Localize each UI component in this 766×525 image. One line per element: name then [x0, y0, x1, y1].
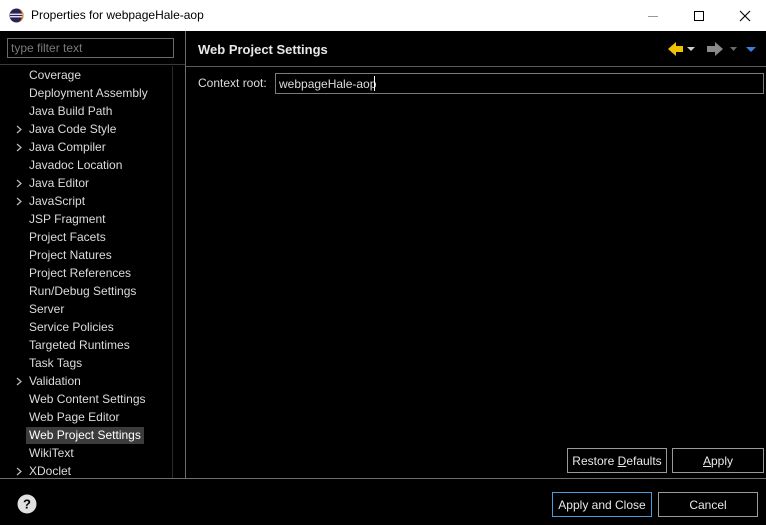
tree-item[interactable]: Java Code Style — [0, 120, 185, 138]
apply-button[interactable]: Apply — [672, 448, 764, 473]
filter-input[interactable] — [7, 38, 174, 58]
tree-item[interactable]: Java Build Path — [0, 102, 185, 120]
tree-item[interactable]: Run/Debug Settings — [0, 282, 185, 300]
back-dropdown-icon — [687, 47, 695, 51]
view-menu-button[interactable] — [744, 40, 758, 58]
restore-defaults-label-post: efaults — [626, 453, 662, 468]
tree-item[interactable]: Deployment Assembly — [0, 84, 185, 102]
tree-item[interactable]: Project Natures — [0, 246, 185, 264]
restore-defaults-label-pre: Restore — [572, 453, 618, 468]
pane-splitter[interactable] — [185, 31, 186, 478]
bottom-separator — [0, 478, 766, 479]
page-header: Web Project Settings — [186, 31, 766, 67]
close-button[interactable] — [722, 0, 766, 31]
tree-item-label: Web Page Editor — [29, 410, 120, 424]
restore-defaults-button[interactable]: Restore Defaults — [567, 448, 667, 473]
title-bar: Properties for webpageHale-aop — [0, 0, 766, 31]
cancel-button[interactable]: Cancel — [658, 492, 758, 517]
tree-item-label: Web Project Settings — [26, 427, 144, 444]
tree-item[interactable]: Validation — [0, 372, 185, 390]
page-title: Web Project Settings — [198, 42, 328, 57]
chevron-right-icon[interactable] — [15, 125, 23, 134]
tree-item-label: WikiText — [29, 446, 74, 460]
tree-item-label: Targeted Runtimes — [29, 338, 130, 352]
maximize-button[interactable] — [676, 0, 722, 31]
tree-item-label: Coverage — [29, 68, 82, 82]
close-icon — [739, 10, 751, 21]
view-menu-icon — [746, 47, 756, 52]
left-pane: Coverage Deployment Assembly Java Build Pa… — [0, 31, 185, 478]
window-title: Properties for webpageHale-aop — [31, 8, 204, 22]
minimize-button[interactable] — [630, 0, 676, 31]
tree-item-label: Validation — [29, 374, 81, 388]
tree-item-label: Project Facets — [29, 230, 106, 244]
forward-button[interactable] — [705, 40, 739, 58]
chevron-right-icon[interactable] — [15, 467, 23, 476]
tree-item-label: Java Build Path — [29, 104, 113, 118]
tree-item[interactable]: WikiText — [0, 444, 185, 462]
chevron-right-icon[interactable] — [15, 377, 23, 386]
back-button[interactable] — [667, 40, 699, 58]
tree-item-label: XDoclet — [29, 464, 72, 478]
apply-label-post: pply — [711, 453, 734, 468]
tree-item[interactable]: Coverage — [0, 66, 185, 84]
tree-item-label: Service Policies — [29, 320, 114, 334]
tree-item-label: Java Code Style — [29, 122, 117, 136]
tree-item-label: Project Natures — [29, 248, 112, 262]
tree-item-label: Deployment Assembly — [29, 86, 148, 100]
chevron-right-icon[interactable] — [15, 143, 23, 152]
tree-item[interactable]: Javadoc Location — [0, 156, 185, 174]
text-cursor — [374, 76, 375, 91]
back-arrow-icon — [668, 42, 683, 56]
tree-item[interactable]: Task Tags — [0, 354, 185, 372]
help-icon[interactable]: ? — [17, 494, 37, 514]
chevron-right-icon[interactable] — [15, 197, 23, 206]
tree-item-label: JavaScript — [29, 194, 86, 208]
tree-item[interactable]: Java Editor — [0, 174, 185, 192]
tree-scrollbar[interactable] — [172, 66, 173, 478]
tree-item-label: Server — [29, 302, 65, 316]
tree-item-label: Run/Debug Settings — [29, 284, 137, 298]
tree-item-label: Web Content Settings — [29, 392, 146, 406]
forward-arrow-icon — [707, 42, 723, 56]
tree-item[interactable]: Targeted Runtimes — [0, 336, 185, 354]
tree-item[interactable]: JSP Fragment — [0, 210, 185, 228]
tree-item[interactable]: Project References — [0, 264, 185, 282]
restore-defaults-mnemonic: D — [617, 453, 627, 468]
tree-item[interactable]: Java Compiler — [0, 138, 185, 156]
tree-item-label: Task Tags — [29, 356, 83, 370]
apply-and-close-button[interactable]: Apply and Close — [552, 492, 652, 517]
minimize-icon — [648, 15, 658, 17]
context-root-input[interactable] — [275, 73, 764, 94]
tree-item[interactable]: JavaScript — [0, 192, 185, 210]
apply-mnemonic: A — [702, 453, 711, 468]
tree-item-label: Java Compiler — [29, 140, 106, 154]
property-page-tree: Coverage Deployment Assembly Java Build Pa… — [0, 64, 185, 478]
tree-item-label: Java Editor — [29, 176, 90, 190]
tree-item-label: Javadoc Location — [29, 158, 123, 172]
svg-text:?: ? — [23, 497, 31, 512]
tree-item[interactable]: Web Project Settings — [0, 426, 185, 444]
tree-item[interactable]: Server — [0, 300, 185, 318]
tree-item[interactable]: Service Policies — [0, 318, 185, 336]
tree-item-label: JSP Fragment — [29, 212, 106, 226]
tree-item[interactable]: Web Content Settings — [0, 390, 185, 408]
chevron-right-icon[interactable] — [15, 179, 23, 188]
tree-item[interactable]: Project Facets — [0, 228, 185, 246]
eclipse-icon — [9, 8, 24, 23]
tree-item[interactable]: Web Page Editor — [0, 408, 185, 426]
tree-item-label: Project References — [29, 266, 132, 280]
maximize-icon — [694, 10, 704, 21]
forward-dropdown-icon — [730, 47, 737, 51]
tree-item[interactable]: XDoclet — [0, 462, 185, 478]
context-root-label: Context root: — [198, 76, 267, 90]
